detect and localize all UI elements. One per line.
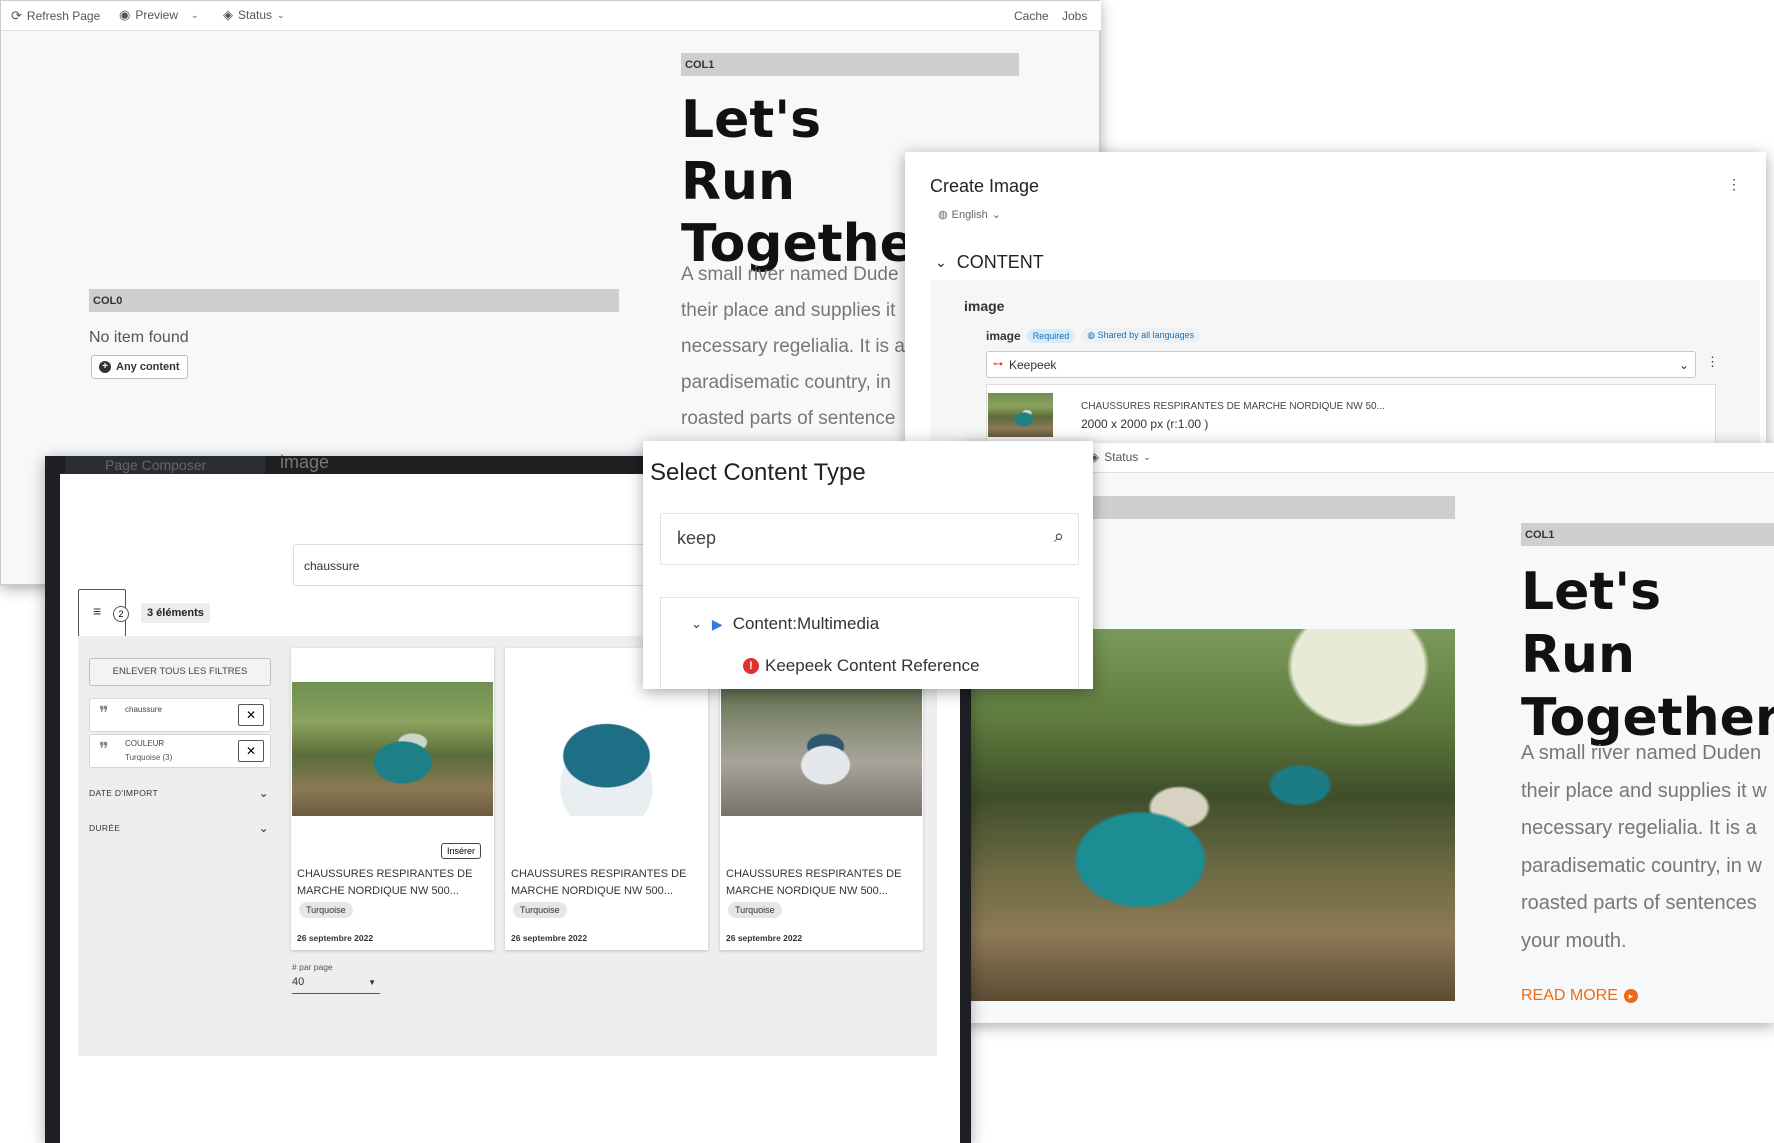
content-section-header[interactable]: ⌄ CONTENT [935, 252, 1044, 273]
quote-icon: ❞ [99, 739, 109, 759]
shared-badge: ◍ Shared by all languages [1081, 328, 1201, 343]
keepeek-logo-icon: ⊶ [993, 359, 1003, 370]
page-paragraph: A small river named Duden their place an… [1521, 742, 1767, 952]
asset-size: 2000 x 2000 px (r:1.00 ) [1081, 417, 1209, 431]
per-page-label: # par page [292, 962, 333, 972]
asset-date: 26 septembre 2022 [726, 933, 803, 943]
asset-thumbnail [988, 393, 1053, 437]
play-icon: ▶ [711, 615, 723, 632]
results-count-badge: 3 éléments [141, 603, 210, 623]
asset-card[interactable]: CHAUSSURES RESPIRANTES DE MARCHE NORDIQU… [720, 648, 923, 950]
filter-icon: ≡ [93, 603, 102, 619]
refresh-icon: ⟳ [11, 8, 22, 23]
caret-down-icon: ▼ [368, 978, 376, 987]
any-content-button[interactable]: + Any content [91, 355, 188, 379]
col1-label: COL1 [1521, 523, 1774, 546]
insert-button[interactable]: Insérer [441, 843, 482, 859]
tree-node-keepeek-reference[interactable]: ! Keepeek Content Reference [743, 656, 980, 676]
clear-filters-button[interactable]: ENLEVER TOUS LES FILTRES [89, 658, 271, 686]
status-menu[interactable]: ◈ Status ⌄ [1090, 450, 1151, 464]
asset-card[interactable]: CHAUSSURES RESPIRANTES DE MARCHE NORDIQU… [505, 648, 708, 950]
facet-duree[interactable]: DURÉE ⌄ [89, 821, 271, 835]
per-page-select[interactable]: 40 ▼ [292, 976, 380, 994]
content-section-body: image image Required ◍ Shared by all lan… [930, 280, 1760, 444]
filter-count-badge: 2 [113, 606, 129, 622]
active-filter: ❞ chaussure ✕ [89, 698, 271, 732]
field-kebab-icon[interactable]: ⋮ [1706, 354, 1719, 370]
page-toolbar: ⟳ Refresh Page ◉ Preview ⌄ ◈ Status ⌄ Ca… [1, 1, 1101, 31]
asset-date: 26 septembre 2022 [511, 933, 588, 943]
image-tab[interactable]: image [280, 452, 329, 473]
chevron-down-icon: ⌄ [191, 9, 199, 20]
col1-label: COL1 [681, 53, 1019, 76]
arrow-circle-icon: ▸ [1623, 989, 1638, 1003]
page-heading: Let's Run Together [681, 90, 941, 274]
eye-icon: ◉ [119, 7, 131, 22]
composer-tab[interactable]: Page Composer [65, 456, 265, 474]
globe-icon: ◍ [938, 209, 948, 221]
dam-sidebar-strip [45, 474, 60, 1143]
facet-date-import[interactable]: DATE D'IMPORT ⌄ [89, 786, 271, 800]
asset-title: CHAUSSURES RESPIRANTES DE MARCHE NORDIQU… [511, 868, 687, 897]
color-tag: Turquoise [513, 902, 567, 918]
selected-asset[interactable]: CHAUSSURES RESPIRANTES DE MARCHE NORDIQU… [986, 384, 1716, 444]
refresh-page-button[interactable]: ⟳ Refresh Page [11, 8, 100, 24]
chevron-down-icon: ⌄ [277, 9, 285, 20]
provider-select[interactable]: ⊶ Keepeek ⌄ [986, 351, 1696, 378]
field-label-row: image Required ◍ Shared by all languages [986, 328, 1201, 343]
status-menu[interactable]: ◈ Status ⌄ [223, 7, 285, 23]
quote-icon: ❞ [99, 703, 109, 723]
page-paragraph: A small river named Dude their place and… [681, 264, 905, 429]
chevron-down-icon: ⌄ [991, 209, 1001, 221]
page-heading: Let's Run Together [1521, 562, 1774, 748]
asset-thumbnail [292, 682, 493, 816]
remove-filter-button[interactable]: ✕ [238, 704, 264, 726]
chevron-down-icon: ⌄ [258, 821, 269, 835]
results-area: Insérer CHAUSSURES RESPIRANTES DE MARCHE… [280, 636, 937, 1056]
jobs-link[interactable]: Jobs [1062, 9, 1087, 23]
read-more-link[interactable]: READ MORE ▸ [1521, 987, 1638, 1005]
dialog-title: Select Content Type [650, 459, 866, 486]
chevron-down-icon: ⌄ [1143, 451, 1151, 462]
preview-button[interactable]: ◉ Preview ⌄ [119, 7, 199, 23]
globe-icon: ◍ [1087, 330, 1096, 340]
asset-date: 26 septembre 2022 [297, 933, 374, 943]
cache-link[interactable]: Cache [1014, 9, 1049, 23]
create-image-panel: Create Image ⋮ ◍ English ⌄ ⌄ CONTENT ima… [905, 152, 1766, 444]
color-tag: Turquoise [728, 902, 782, 918]
language-selector[interactable]: ◍ English ⌄ [938, 208, 1001, 222]
plus-circle-icon: + [99, 361, 111, 373]
group-label: image [964, 298, 1005, 314]
tree-node-multimedia[interactable]: ⌄ ▶ Content:Multimedia [691, 614, 879, 634]
col0-label: COL0 [89, 289, 619, 312]
color-tag: Turquoise [299, 902, 353, 918]
filter-panel: ENLEVER TOUS LES FILTRES ❞ chaussure ✕ ❞… [78, 636, 280, 1056]
chevron-down-icon: ⌄ [935, 254, 947, 270]
required-badge: Required [1026, 328, 1076, 343]
asset-title: CHAUSSURES RESPIRANTES DE MARCHE NORDIQU… [297, 868, 473, 897]
alert-icon: ! [743, 658, 759, 674]
active-filter: ❞ COULEUR Turquoise (3) ✕ [89, 734, 271, 768]
asset-title: CHAUSSURES RESPIRANTES DE MARCHE NORDIQU… [1081, 401, 1385, 412]
chevron-down-icon: ⌄ [691, 616, 702, 631]
asset-thumbnail [721, 682, 922, 816]
chevron-down-icon: ⌄ [1678, 357, 1689, 372]
search-input[interactable]: chaussure [293, 544, 653, 586]
asset-thumbnail [506, 682, 707, 816]
content-type-search-input[interactable]: keep ⌕ [660, 513, 1079, 565]
chevron-down-icon: ⌄ [258, 786, 269, 800]
panel-title: Create Image [930, 176, 1040, 196]
content-type-tree: ⌄ ▶ Content:Multimedia ! Keepeek Content… [660, 597, 1079, 689]
kebab-menu-icon[interactable]: ⋮ [1727, 176, 1741, 193]
layers-icon: ◈ [223, 7, 233, 22]
asset-card[interactable]: Insérer CHAUSSURES RESPIRANTES DE MARCHE… [291, 648, 494, 950]
remove-filter-button[interactable]: ✕ [238, 740, 264, 762]
filter-toggle-button[interactable]: ≡ 2 [78, 589, 129, 637]
select-content-type-dialog: Select Content Type keep ⌕ ⌄ ▶ Content:M… [643, 441, 1093, 689]
asset-title: CHAUSSURES RESPIRANTES DE MARCHE NORDIQU… [726, 868, 902, 897]
no-item-text: No item found [89, 329, 189, 346]
search-icon: ⌕ [1053, 526, 1064, 546]
